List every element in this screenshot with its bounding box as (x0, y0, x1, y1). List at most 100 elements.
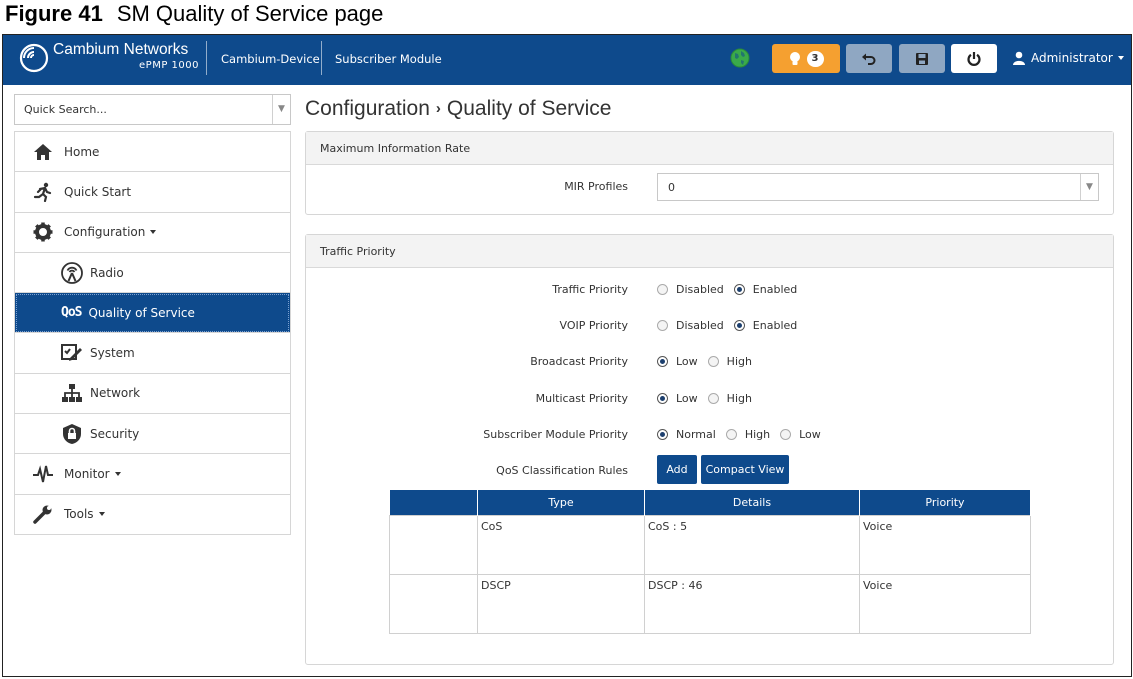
quick-search-placeholder: Quick Search... (24, 103, 107, 116)
radio-label: High (744, 428, 771, 441)
chevron-down-icon (114, 472, 121, 477)
voip-priority-label: VOIP Priority (559, 319, 628, 332)
mir-panel: Maximum Information Rate MIR Profiles 0 … (305, 131, 1114, 215)
save-icon (916, 52, 928, 65)
sidebar-item-quality-of-service[interactable]: QoS Quality of Service (15, 293, 290, 334)
globe-icon[interactable] (730, 48, 750, 68)
add-rule-button[interactable]: Add (657, 455, 697, 484)
sidebar-item-configuration[interactable]: Configuration (15, 212, 290, 253)
multicast-priority-high-radio[interactable] (707, 393, 719, 404)
chevron-down-icon[interactable]: ▼ (272, 95, 290, 124)
sidebar-item-label: Radio (90, 265, 124, 280)
brand-logo[interactable]: Cambium Networks ePMP 1000 (17, 39, 199, 79)
topbar-divider (206, 41, 207, 75)
brand-name: Cambium Networks (53, 41, 189, 58)
table-header-row: Type Details Priority (389, 490, 1031, 515)
radio-label: Enabled (752, 319, 798, 332)
page-title: Quality of Service (446, 97, 612, 120)
compact-view-button[interactable]: Compact View (701, 455, 789, 484)
row-handle-cell[interactable] (389, 573, 478, 634)
table-row[interactable]: DSCP DSCP : 46 Voice (389, 573, 1031, 634)
sidebar-item-label: Tools (64, 507, 94, 522)
network-icon (61, 382, 83, 404)
sm-priority-high-radio[interactable] (725, 429, 737, 440)
figure-number: Figure 41 (5, 1, 103, 26)
sidebar-item-quick-start[interactable]: Quick Start (15, 172, 290, 213)
traffic-priority-label: Traffic Priority (552, 283, 628, 296)
user-name: Administrator (1031, 51, 1113, 65)
mir-profiles-label: MIR Profiles (564, 180, 628, 193)
traffic-priority-disabled-radio[interactable] (657, 284, 668, 295)
sidebar-item-system[interactable]: System (15, 333, 290, 374)
sidebar-item-monitor[interactable]: Monitor (15, 454, 290, 495)
sm-priority-label: Subscriber Module Priority (483, 428, 628, 441)
multicast-priority-low-radio[interactable] (657, 393, 668, 404)
user-menu[interactable]: Administrator (1013, 51, 1124, 65)
sidebar-item-label: Home (64, 144, 100, 159)
alerts-button[interactable]: 3 (772, 44, 840, 73)
top-bar: Cambium Networks ePMP 1000 Cambium-Devic… (3, 35, 1131, 85)
radio-label: Low (676, 392, 698, 405)
topbar-divider (321, 41, 322, 75)
lightbulb-icon (789, 51, 800, 65)
sidebar-item-home[interactable]: Home (15, 132, 290, 173)
reset-button[interactable] (846, 44, 892, 73)
gear-icon (32, 221, 54, 243)
table-row[interactable]: CoS CoS : 5 Voice (389, 514, 1031, 575)
shield-lock-icon (61, 423, 83, 445)
chevron-right-icon: › (435, 100, 441, 117)
radio-label: Low (799, 428, 821, 441)
sidebar-item-label: Network (90, 386, 141, 401)
breadcrumb-section[interactable]: Configuration (305, 97, 430, 120)
sm-priority-normal-radio[interactable] (657, 429, 668, 440)
save-button[interactable] (899, 44, 945, 73)
sidebar-item-label: Security (90, 426, 140, 441)
qos-icon: QoS (61, 305, 83, 321)
mir-profiles-select[interactable]: 0 ▼ (657, 173, 1099, 201)
chevron-down-icon (98, 512, 105, 517)
figure-caption: Figure 41 SM Quality of Service page (5, 1, 383, 31)
sidebar-item-label: Configuration (64, 225, 146, 240)
traffic-priority-panel-title: Traffic Priority (306, 235, 1113, 268)
sidebar-item-tools[interactable]: Tools (15, 494, 290, 535)
sidebar-item-label: System (90, 346, 135, 361)
details-cell: DSCP : 46 (644, 573, 860, 634)
wrench-icon (32, 503, 54, 525)
broadcast-priority-radio-group: Low High (657, 355, 762, 368)
column-header-type[interactable]: Type (477, 490, 645, 515)
mir-panel-title: Maximum Information Rate (306, 132, 1113, 165)
radio-label: Normal (676, 428, 716, 441)
running-man-icon (32, 181, 54, 203)
voip-priority-enabled-radio[interactable] (733, 320, 745, 331)
quick-search-input[interactable]: Quick Search... ▼ (14, 94, 291, 125)
mir-profiles-value: 0 (668, 181, 675, 194)
priority-cell: Voice (859, 514, 1031, 575)
device-name: Cambium-Device (221, 52, 320, 66)
column-header-blank (389, 490, 478, 515)
sidebar-item-security[interactable]: Security (15, 414, 290, 455)
priority-cell: Voice (859, 573, 1031, 634)
sidebar-item-network[interactable]: Network (15, 373, 290, 415)
reboot-button[interactable] (951, 44, 997, 73)
row-handle-cell[interactable] (389, 514, 478, 575)
type-cell: CoS (477, 514, 645, 575)
type-cell: DSCP (477, 573, 645, 634)
sidebar-item-radio[interactable]: Radio (15, 252, 290, 294)
broadcast-priority-label: Broadcast Priority (530, 355, 628, 368)
voip-priority-disabled-radio[interactable] (657, 320, 668, 331)
chevron-down-icon (1117, 56, 1124, 60)
column-header-details[interactable]: Details (644, 490, 860, 515)
voip-priority-radio-group: Disabled Enabled (657, 319, 807, 332)
undo-icon (862, 53, 876, 65)
sm-priority-low-radio[interactable] (780, 429, 792, 440)
column-header-priority[interactable]: Priority (859, 490, 1031, 515)
system-edit-icon (61, 342, 83, 364)
power-icon (967, 51, 981, 66)
details-cell: CoS : 5 (644, 514, 860, 575)
traffic-priority-enabled-radio[interactable] (733, 284, 745, 295)
broadcast-priority-low-radio[interactable] (657, 356, 668, 367)
broadcast-priority-high-radio[interactable] (707, 356, 719, 367)
sidebar-item-label: Quick Start (64, 184, 132, 199)
traffic-priority-panel: Traffic Priority Traffic Priority Disabl… (305, 234, 1114, 665)
sm-priority-radio-group: Normal High Low (657, 428, 831, 441)
